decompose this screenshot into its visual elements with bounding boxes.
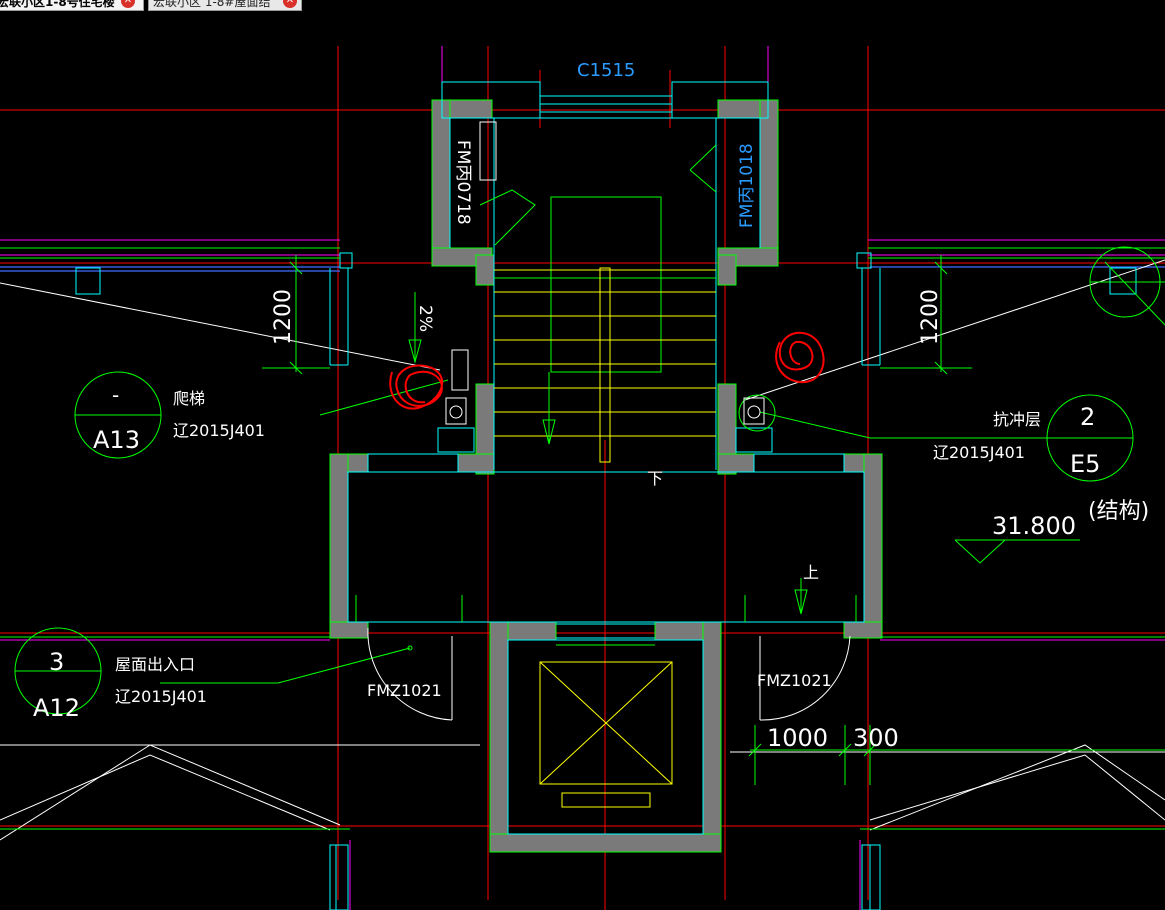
tab-residential-building[interactable]: 宏联小区1-8号住宅楼 ✕ xyxy=(0,0,144,11)
stair-down-label: 下 xyxy=(647,469,663,488)
callout-e5-bottom: E5 xyxy=(1070,450,1100,478)
callout-a13-bottom: A13 xyxy=(93,426,140,454)
dimension-bottom-1000: 1000 xyxy=(767,724,828,752)
dimension-right-1200: 1200 xyxy=(918,289,943,345)
red-markup-scribbles xyxy=(389,331,825,410)
green-lines xyxy=(0,144,1165,830)
callout-a12-ref: 辽2015J401 xyxy=(115,687,207,706)
close-icon[interactable]: ✕ xyxy=(283,0,297,8)
callout-a12-top: 3 xyxy=(49,648,64,676)
callout-e5-title: 抗冲层 xyxy=(993,410,1041,429)
dimension-bottom-300: 300 xyxy=(853,724,899,752)
callout-a12-bottom: A12 xyxy=(33,694,80,722)
axis-lines xyxy=(0,46,1165,910)
close-icon[interactable]: ✕ xyxy=(121,0,135,8)
door-tag-right-bottom: FMZ1021 xyxy=(757,671,832,690)
stair-up-label: 上 xyxy=(803,563,819,582)
elevation-note: (结构) xyxy=(1088,499,1149,524)
callout-a13-title: 爬梯 xyxy=(173,389,205,408)
cyan-outlines xyxy=(75,81,1137,910)
document-tab-bar: 宏联小区1-8号住宅楼 ✕ 宏联小区 1-8#屋面结 ✕ xyxy=(0,0,1165,12)
window-tag-c1515: C1515 xyxy=(577,60,635,81)
magenta-lines xyxy=(0,46,1165,910)
callout-e5-top: 2 xyxy=(1080,403,1095,431)
tab-roof-structure[interactable]: 宏联小区 1-8#屋面结 ✕ xyxy=(148,0,302,11)
door-tag-left-bottom: FMZ1021 xyxy=(367,681,442,700)
callout-a13-top: - xyxy=(112,383,119,407)
drawing-labels: C1515 FM丙0718 FM丙1018 1200 1200 2% 下 上 -… xyxy=(33,60,1149,752)
door-tag-left-vertical: FM丙0718 xyxy=(453,140,473,225)
tab-label: 宏联小区 1-8#屋面结 xyxy=(153,0,271,9)
door-tag-right-vertical: FM丙1018 xyxy=(737,143,757,228)
white-lines xyxy=(0,259,1165,841)
callout-a12-title: 屋面出入口 xyxy=(115,655,195,674)
callout-a13-ref: 辽2015J401 xyxy=(173,421,265,440)
cad-drawing-canvas[interactable]: C1515 FM丙0718 FM丙1018 1200 1200 2% 下 上 -… xyxy=(0,12,1165,910)
callout-e5-ref: 辽2015J401 xyxy=(933,443,1025,462)
tab-label: 宏联小区1-8号住宅楼 xyxy=(0,0,115,9)
elevation-value: 31.800 xyxy=(992,512,1076,540)
dimension-left-1200: 1200 xyxy=(271,289,296,345)
slope-label: 2% xyxy=(415,305,435,332)
